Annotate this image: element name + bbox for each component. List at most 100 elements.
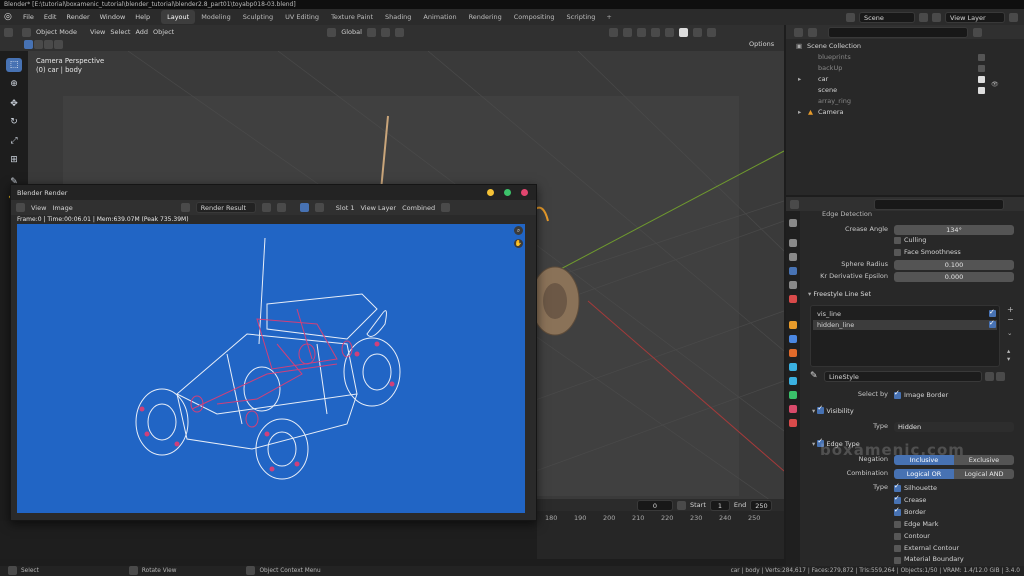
workspace-tab-shading[interactable]: Shading — [379, 10, 417, 24]
border-checkbox[interactable] — [894, 506, 901, 516]
shading-rendered-icon[interactable] — [706, 27, 716, 37]
object-tab-icon[interactable] — [789, 321, 797, 329]
outliner-row[interactable]: backUp — [786, 63, 1024, 74]
start-frame-field[interactable]: 1 — [709, 499, 730, 511]
options-menu[interactable]: Options — [749, 40, 774, 48]
texture-tab-icon[interactable] — [789, 419, 797, 427]
pivot-icon[interactable] — [366, 27, 376, 37]
gizmo-icon[interactable] — [622, 27, 632, 37]
workspace-tab-scripting[interactable]: Scripting — [561, 10, 602, 24]
select-subtract-icon[interactable] — [44, 40, 53, 49]
workspace-tab-sculpting[interactable]: Sculpting — [237, 10, 279, 24]
xray-icon[interactable] — [650, 27, 660, 37]
image-name-field[interactable]: Render Result — [195, 202, 256, 213]
render-menu-image[interactable]: Image — [52, 204, 72, 212]
silhouette-checkbox[interactable] — [894, 482, 901, 492]
select-invert-icon[interactable] — [54, 40, 63, 49]
slot-selector[interactable]: Slot 1 — [336, 204, 355, 212]
workspace-tab-uv-editing[interactable]: UV Editing — [279, 10, 325, 24]
output-tab-icon[interactable] — [789, 253, 797, 261]
workspace-tab-rendering[interactable]: Rendering — [463, 10, 508, 24]
fake-user-icon[interactable] — [261, 203, 271, 212]
end-frame-field[interactable]: 250 — [750, 499, 773, 511]
linestyle-field[interactable]: LineStyle — [824, 371, 982, 382]
move-tool-icon[interactable]: ✥ — [6, 97, 22, 111]
outliner-row[interactable]: ▣ Scene Collection — [786, 41, 1024, 52]
zoom-icon[interactable]: ⌕ — [514, 226, 523, 235]
orientation-icon[interactable] — [327, 27, 337, 37]
properties-search-input[interactable] — [874, 199, 1004, 210]
constraints-tab-icon[interactable] — [789, 377, 797, 385]
scale-tool-icon[interactable]: ⤢ — [6, 134, 22, 148]
exclude-checkbox[interactable] — [978, 87, 985, 94]
mode-selector[interactable]: Object Mode — [36, 28, 77, 36]
new-scene-icon[interactable] — [919, 12, 928, 22]
material-boundary-checkbox[interactable] — [894, 557, 901, 564]
render-window[interactable]: Blender Render View Image Render Result … — [10, 184, 537, 521]
contour-checkbox[interactable] — [894, 533, 901, 540]
viewport-menu-view[interactable]: View — [90, 28, 105, 36]
menu-edit[interactable]: Edit — [39, 13, 62, 21]
material-tab-icon[interactable] — [789, 405, 797, 413]
preview-range-icon[interactable] — [677, 500, 686, 510]
scene-tab-icon[interactable] — [789, 281, 797, 289]
sample-tool-icon[interactable] — [441, 203, 451, 212]
crease-angle-field[interactable]: 134° — [894, 225, 1014, 235]
pan-hand-icon[interactable]: ✋ — [514, 239, 523, 248]
workspace-tab-texture-paint[interactable]: Texture Paint — [325, 10, 379, 24]
outliner-search-input[interactable] — [828, 26, 968, 38]
view-layer-tab-icon[interactable] — [789, 267, 797, 275]
snap-icon[interactable] — [380, 27, 390, 37]
scene-icon[interactable] — [846, 12, 855, 22]
remove-lineset-icon[interactable]: − — [1007, 315, 1014, 324]
render-window-titlebar[interactable]: Blender Render — [11, 185, 536, 200]
shading-wireframe-icon[interactable] — [664, 27, 674, 37]
culling-checkbox[interactable] — [894, 237, 901, 244]
blender-logo-icon[interactable]: ◎ — [4, 12, 14, 22]
close-icon[interactable] — [521, 189, 528, 196]
tool-tab-icon[interactable] — [789, 219, 797, 227]
outliner-row[interactable]: ▸ ▲ Camera — [786, 107, 1024, 118]
view-layer-selector[interactable]: View Layer — [945, 11, 1005, 23]
visibility-eye-icon[interactable]: 👁 — [991, 52, 999, 118]
sphere-radius-field[interactable]: 0.100 — [894, 260, 1014, 270]
outliner-row[interactable]: blueprints — [786, 52, 1024, 63]
render-tab-icon[interactable] — [789, 239, 797, 247]
timeline-ruler[interactable]: 180 190 200 210 220 230 240 250 — [537, 511, 784, 559]
properties-editor-type-icon[interactable] — [790, 200, 799, 209]
lineset-enable-checkbox[interactable] — [989, 318, 996, 328]
outliner-row[interactable]: array_ring — [786, 96, 1024, 107]
lineset-item[interactable]: hidden_line — [813, 318, 997, 330]
external-contour-checkbox[interactable] — [894, 545, 901, 552]
render-menu-view[interactable]: View — [31, 204, 46, 212]
overlay-icon[interactable] — [636, 27, 646, 37]
transform-tool-icon[interactable]: ⊞ — [6, 153, 22, 167]
menu-render[interactable]: Render — [61, 13, 94, 21]
editor-type-icon[interactable] — [4, 27, 13, 37]
linestyle-icon[interactable]: ✎ — [810, 371, 818, 381]
maximize-icon[interactable] — [504, 189, 511, 196]
new-linestyle-icon[interactable] — [996, 372, 1005, 381]
object-mode-icon[interactable] — [22, 27, 31, 37]
outliner-row[interactable]: ▸ car — [786, 74, 1024, 85]
viewport-menu-select[interactable]: Select — [110, 28, 130, 36]
face-smoothness-checkbox[interactable] — [894, 249, 901, 256]
physics-tab-icon[interactable] — [789, 363, 797, 371]
workspace-tab-layout[interactable]: Layout — [161, 10, 196, 24]
scene-selector[interactable]: Scene — [859, 11, 915, 23]
logical-and-button[interactable]: Logical AND — [954, 469, 1014, 479]
add-lineset-icon[interactable]: + — [1007, 305, 1014, 314]
expand-icon[interactable]: ▸ — [798, 74, 801, 85]
rotate-tool-icon[interactable]: ↻ — [6, 115, 22, 129]
display-mode-icon[interactable] — [808, 27, 817, 37]
menu-window[interactable]: Window — [95, 13, 131, 21]
cursor-tool-icon[interactable]: ⊕ — [6, 77, 22, 91]
viewport-menu-add[interactable]: Add — [135, 28, 148, 36]
unlink-image-icon[interactable] — [276, 203, 286, 212]
image-border-checkbox[interactable] — [894, 389, 901, 399]
select-box-icon[interactable] — [24, 40, 33, 49]
render-layer-selector[interactable]: View Layer — [360, 204, 396, 212]
menu-help[interactable]: Help — [130, 13, 155, 21]
minimize-icon[interactable] — [487, 189, 494, 196]
exclude-checkbox[interactable] — [978, 76, 985, 83]
